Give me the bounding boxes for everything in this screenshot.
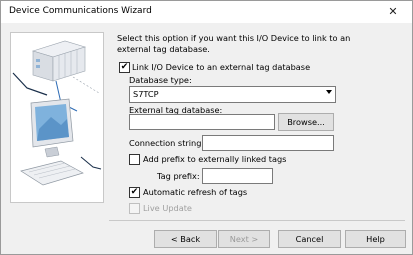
database-type-value: S7TCP — [133, 89, 159, 99]
database-type-select[interactable]: S7TCP — [129, 86, 336, 103]
auto-refresh-label: Automatic refresh of tags — [143, 187, 248, 197]
add-prefix-checkbox[interactable] — [129, 154, 140, 165]
auto-refresh-checkbox[interactable]: ✔ — [129, 187, 140, 198]
add-prefix-label: Add prefix to externally linked tags — [143, 154, 287, 164]
browse-button[interactable]: Browse... — [278, 113, 334, 131]
wizard-description: Select this option if you want this I/O … — [117, 33, 351, 54]
live-update-label: Live Update — [143, 203, 192, 213]
link-label: Link I/O Device to an external tag datab… — [132, 62, 311, 72]
chevron-down-icon[interactable] — [326, 90, 332, 94]
checkmark-icon: ✔ — [120, 62, 129, 72]
wizard-window: Device Communications Wizard ✕ Select th… — [0, 0, 413, 255]
external-db-input[interactable] — [129, 114, 275, 130]
close-icon[interactable]: ✕ — [379, 1, 407, 23]
help-button[interactable]: Help — [345, 230, 406, 248]
back-button[interactable]: < Back — [154, 230, 217, 248]
tag-prefix-label: Tag prefix: — [157, 171, 200, 181]
database-type-label: Database type: — [129, 75, 192, 85]
live-update-checkbox[interactable] — [129, 203, 140, 214]
connection-string-input[interactable] — [202, 135, 334, 151]
next-button[interactable]: Next > — [218, 230, 270, 248]
button-separator — [109, 220, 405, 221]
wizard-illustration — [10, 32, 104, 203]
connection-string-label: Connection string: — [129, 138, 205, 148]
checkmark-icon: ✔ — [130, 187, 139, 197]
tag-prefix-input[interactable] — [202, 168, 273, 184]
window-title: Device Communications Wizard — [9, 6, 152, 16]
cancel-button[interactable]: Cancel — [278, 230, 341, 248]
device-illustration-icon — [12, 40, 102, 186]
title-bar: Device Communications Wizard ✕ — [1, 1, 412, 23]
link-checkbox[interactable]: ✔ — [119, 62, 130, 73]
